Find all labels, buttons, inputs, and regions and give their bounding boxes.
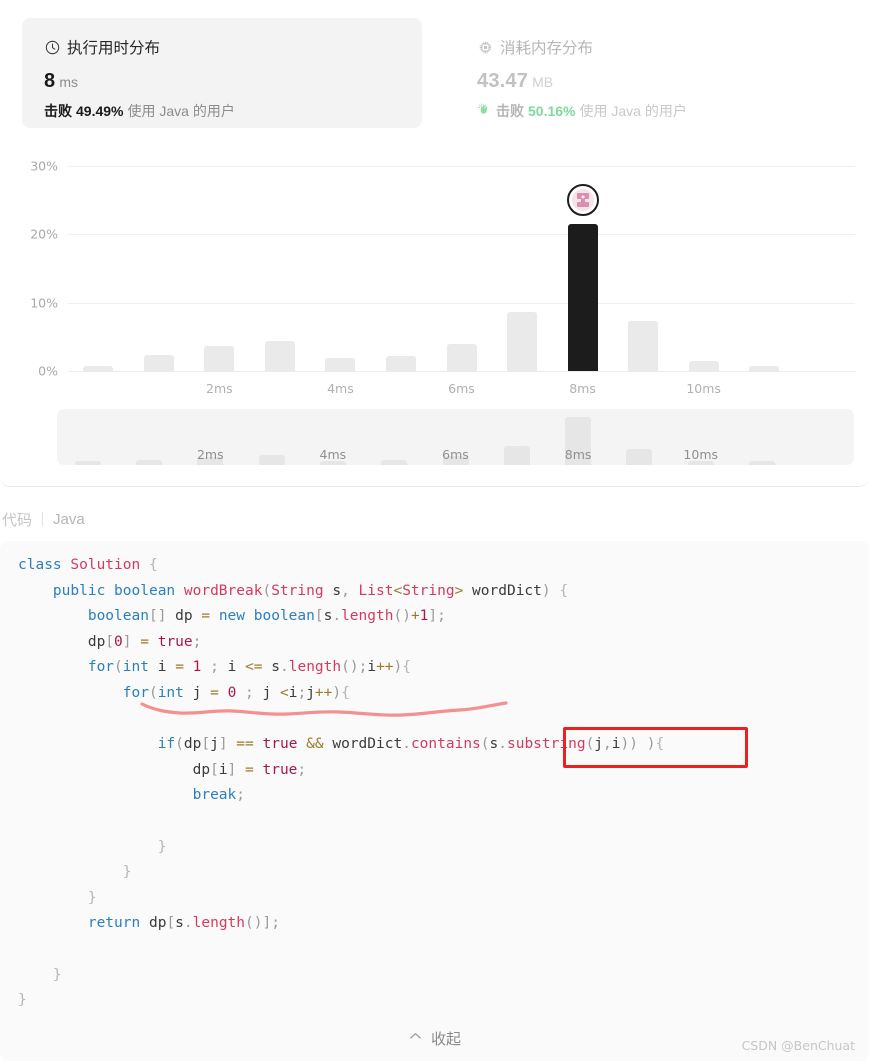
waving-hand-icon bbox=[477, 102, 492, 120]
minimap-bar[interactable] bbox=[503, 445, 530, 465]
runtime-beat-percent: 49.49% bbox=[76, 103, 124, 119]
x-axis-tick-label: 4ms bbox=[327, 381, 354, 396]
annotation-squiggle-underline bbox=[140, 701, 508, 717]
runtime-beat-tail: 使用 Java 的用户 bbox=[127, 103, 235, 119]
runtime-beat-row: 击败 49.49% 使用 Java 的用户 bbox=[44, 101, 400, 121]
minimap-bar[interactable] bbox=[258, 455, 285, 465]
chart-bar-selected[interactable] bbox=[567, 224, 598, 371]
minimap-tick-label: 10ms bbox=[683, 447, 719, 462]
memory-value: 43.47 bbox=[477, 70, 529, 92]
stat-cards: 执行用时分布 8 ms 击败 49.49% 使用 Java 的用户 消耗内存分布… bbox=[0, 0, 869, 150]
minimap-bar[interactable] bbox=[626, 448, 653, 465]
minimap-tick-label: 6ms bbox=[442, 447, 469, 462]
runtime-value: 8 bbox=[44, 70, 56, 92]
runtime-beat-lead: 击败 bbox=[44, 103, 72, 119]
chart-bar[interactable] bbox=[204, 346, 235, 371]
chart-bar[interactable] bbox=[749, 365, 780, 371]
code-language-label[interactable]: Java bbox=[53, 511, 85, 528]
runtime-distribution-chart[interactable]: 0% 10% 20% 30% 2ms 4ms 6ms 8ms 10ms bbox=[0, 150, 869, 400]
memory-beat-lead: 击败 bbox=[496, 103, 524, 119]
y-axis-tick-label: 20% bbox=[30, 226, 58, 242]
source-code: class Solution { public boolean wordBrea… bbox=[18, 557, 665, 1009]
clock-icon bbox=[44, 39, 60, 55]
memory-distribution-card[interactable]: 消耗内存分布 43.47 MB 击败 50.16% 使用 Java 的用户 bbox=[455, 18, 855, 128]
code-header-divider bbox=[42, 512, 44, 526]
chart-bar[interactable] bbox=[628, 321, 659, 371]
chart-baseline bbox=[68, 371, 855, 372]
user-avatar-marker[interactable] bbox=[566, 184, 599, 217]
code-panel[interactable]: class Solution { public boolean wordBrea… bbox=[0, 541, 869, 1061]
chart-bar[interactable] bbox=[688, 360, 719, 371]
chart-bar[interactable] bbox=[385, 355, 416, 371]
chip-icon bbox=[477, 39, 493, 55]
x-axis-tick-label: 8ms bbox=[569, 381, 596, 396]
runtime-card-title: 执行用时分布 bbox=[67, 40, 161, 57]
minimap-bar[interactable] bbox=[74, 461, 101, 465]
minimap-bar[interactable] bbox=[135, 459, 162, 465]
minimap-bar[interactable] bbox=[381, 460, 408, 465]
y-axis-tick-label: 10% bbox=[30, 295, 58, 311]
minimap-tick-label: 2ms bbox=[196, 447, 224, 462]
x-axis-tick-label: 10ms bbox=[686, 381, 721, 396]
chevron-up-icon bbox=[408, 1029, 423, 1048]
chart-bar[interactable] bbox=[325, 358, 356, 371]
y-axis-tick-label: 0% bbox=[38, 363, 58, 379]
chart-bar[interactable] bbox=[507, 311, 538, 371]
runtime-distribution-card[interactable]: 执行用时分布 8 ms 击败 49.49% 使用 Java 的用户 bbox=[22, 18, 422, 128]
chart-gridline bbox=[68, 302, 855, 304]
runtime-unit: ms bbox=[59, 74, 78, 90]
chart-gridline bbox=[68, 234, 855, 236]
submission-stats-panel: 执行用时分布 8 ms 击败 49.49% 使用 Java 的用户 消耗内存分布… bbox=[0, 0, 869, 487]
chart-bar[interactable] bbox=[83, 366, 114, 371]
chart-bar[interactable] bbox=[143, 355, 174, 371]
x-axis-tick-label: 6ms bbox=[448, 381, 475, 396]
code-label: 代码 bbox=[2, 511, 33, 529]
memory-card-header: 消耗内存分布 bbox=[477, 36, 833, 58]
memory-beat-tail: 使用 Java 的用户 bbox=[579, 103, 687, 119]
collapse-code-button[interactable]: 收起 bbox=[0, 1022, 869, 1054]
runtime-card-header: 执行用时分布 bbox=[44, 36, 400, 58]
memory-value-row: 43.47 MB bbox=[477, 71, 833, 91]
chart-brush-minimap[interactable]: 2ms 4ms 6ms 8ms 10ms bbox=[57, 409, 854, 465]
minimap-tick-label: 4ms bbox=[319, 447, 347, 462]
chart-bar[interactable] bbox=[264, 340, 295, 371]
y-axis-tick-label: 30% bbox=[30, 158, 58, 174]
runtime-value-row: 8 ms bbox=[44, 71, 400, 91]
memory-beat-row: 击败 50.16% 使用 Java 的用户 bbox=[477, 101, 833, 121]
memory-card-title: 消耗内存分布 bbox=[500, 40, 594, 57]
memory-unit: MB bbox=[532, 74, 554, 90]
code-section-header: 代码 Java bbox=[0, 497, 869, 541]
annotation-red-box bbox=[563, 727, 748, 768]
chart-gridline bbox=[68, 166, 855, 167]
watermark: CSDN @BenChuat bbox=[741, 1038, 855, 1053]
minimap-tick-label: 8ms bbox=[564, 447, 592, 462]
collapse-button-label: 收起 bbox=[430, 1030, 461, 1048]
x-axis-tick-label: 2ms bbox=[206, 381, 233, 396]
chart-bar[interactable] bbox=[446, 343, 477, 371]
memory-beat-percent: 50.16% bbox=[528, 103, 576, 119]
minimap-bar[interactable] bbox=[749, 461, 776, 465]
